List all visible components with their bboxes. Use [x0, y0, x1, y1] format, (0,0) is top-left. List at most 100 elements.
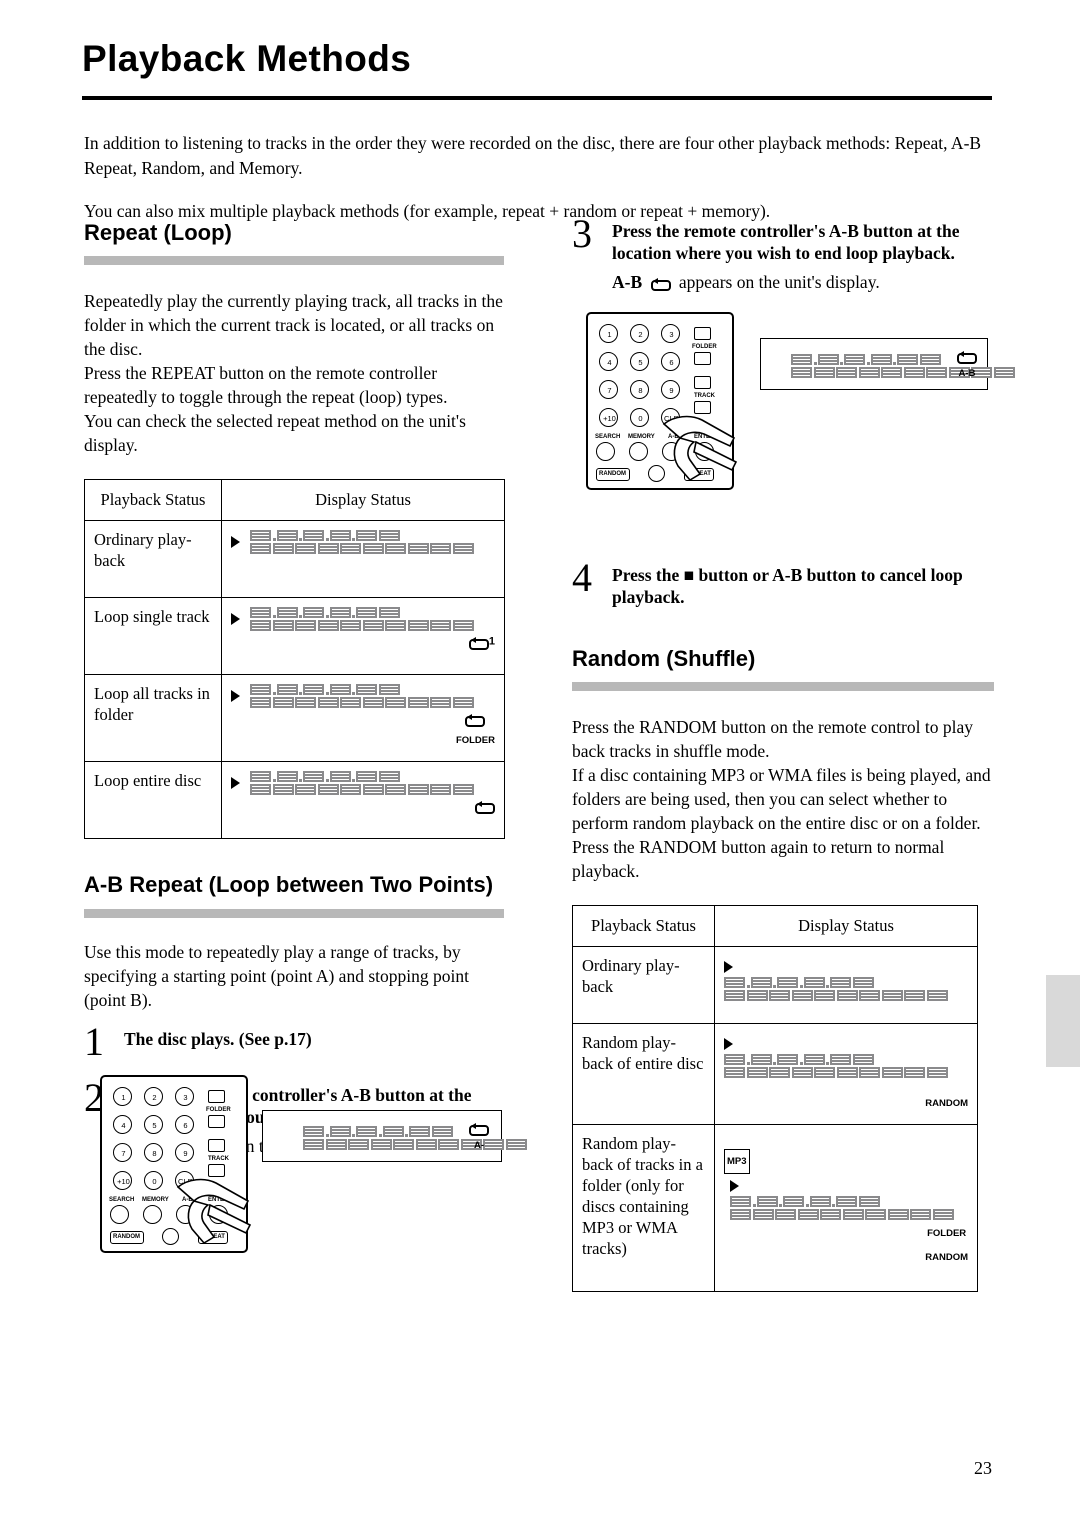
page-title: Playback Methods: [82, 38, 412, 79]
remote-button-9[interactable]: 9: [661, 380, 680, 399]
remote-folder-up-button[interactable]: [694, 327, 711, 340]
remote-button-6[interactable]: 6: [175, 1115, 194, 1134]
remote-button-2-label: 2: [152, 1093, 157, 1102]
remote-button-0-label: 0: [638, 414, 643, 423]
substep-text: appears on the unit's display.: [678, 272, 880, 292]
remote-control-body: 1 2 3 FOLDER 4 5 6 7 8 9 TRACK +10 0 CLR…: [100, 1075, 248, 1253]
remote-enter-label: ENTER: [208, 1197, 229, 1203]
remote-button-8[interactable]: 8: [630, 380, 649, 399]
segment-digits: [724, 976, 949, 1002]
remote-memory-button[interactable]: [629, 442, 648, 461]
remote-button-plus10[interactable]: +10: [113, 1171, 132, 1190]
step-4: 4 Press the ■ button or A-B button to ca…: [572, 558, 994, 608]
random-section-heading: Random (Shuffle): [572, 646, 756, 671]
remote-button-7[interactable]: 7: [599, 380, 618, 399]
lcd-display: [231, 529, 475, 555]
remote-button-6-label: 6: [669, 358, 674, 367]
remote-button-6[interactable]: 6: [661, 352, 680, 371]
left-column: Repeat (Loop) Repeatedly play the curren…: [84, 220, 505, 1158]
segment-digits: [303, 1125, 528, 1151]
play-icon: [730, 1180, 739, 1193]
remote-button-0[interactable]: 0: [144, 1171, 163, 1190]
remote-ab-label: A-B: [668, 434, 679, 440]
remote-track-down-button[interactable]: [208, 1164, 225, 1177]
remote-button-1-label: 1: [121, 1093, 126, 1102]
page-number: 23: [974, 1458, 992, 1478]
col-playback-status: Playback Status: [572, 905, 715, 947]
remote-button-clr[interactable]: CLR: [175, 1171, 194, 1190]
loop-icon: [475, 800, 495, 814]
remote-folder-up-button[interactable]: [208, 1090, 225, 1103]
remote-button-3[interactable]: 3: [661, 324, 680, 343]
remote-button-clr[interactable]: CLR: [661, 408, 680, 427]
step-3: 3 Press the remote controller's A-B butt…: [572, 214, 994, 294]
remote-track-up-button[interactable]: [208, 1139, 225, 1152]
row-display: FOLDER: [221, 674, 505, 762]
segment-digits: [250, 529, 475, 555]
remote-button-3[interactable]: 3: [175, 1087, 194, 1106]
loop-icon: [957, 350, 977, 364]
remote-button-1[interactable]: 1: [599, 324, 618, 343]
lcd-display: [730, 1174, 968, 1221]
ab-repeat-section-rule: [84, 909, 504, 918]
loop-icon: [468, 636, 489, 650]
table-row: Random play-back of tracks in a folder (…: [572, 1124, 978, 1292]
remote-track-label: TRACK: [208, 1156, 229, 1162]
remote-button-7[interactable]: 7: [113, 1143, 132, 1162]
remote-button-9[interactable]: 9: [175, 1143, 194, 1162]
remote-search-button[interactable]: [110, 1205, 129, 1224]
lcd-display: [231, 683, 475, 709]
step-text: The disc plays. (See p.17): [124, 1029, 312, 1049]
remote-button-4-label: 4: [607, 358, 612, 367]
random-status-table: Playback Status Display Status Ordinary …: [572, 905, 978, 1292]
remote-play-pause-button[interactable]: [162, 1228, 179, 1245]
remote-folder-label: FOLDER: [206, 1107, 231, 1113]
remote-enter-button[interactable]: [209, 1205, 228, 1224]
remote-button-4[interactable]: 4: [599, 352, 618, 371]
remote-button-4[interactable]: 4: [113, 1115, 132, 1134]
remote-ab-button[interactable]: [176, 1205, 195, 1224]
repeat-section-body: Repeatedly play the currently playing tr…: [84, 291, 503, 455]
loop-icon-label: 1: [488, 635, 495, 648]
row-display: [221, 761, 505, 839]
remote-button-0[interactable]: 0: [630, 408, 649, 427]
remote-button-2[interactable]: 2: [144, 1087, 163, 1106]
ab-repeat-body: Use this mode to repeatedly play a range…: [84, 942, 469, 1010]
remote-search-button[interactable]: [596, 442, 615, 461]
repeat-section-heading: Repeat (Loop): [84, 220, 232, 245]
row-display: MP3 FOLDER RANDOM: [714, 1124, 978, 1292]
remote-button-clr-label: CLR: [663, 414, 679, 423]
intro-paragraph-1: In addition to listening to tracks in th…: [84, 133, 982, 178]
remote-button-1[interactable]: 1: [113, 1087, 132, 1106]
remote-folder-down-button[interactable]: [208, 1115, 225, 1128]
loop-icon: [465, 713, 486, 727]
remote-play-pause-button[interactable]: [648, 465, 665, 482]
step-1: 1 The disc plays. (See p.17): [84, 1022, 504, 1068]
remote-button-1-label: 1: [607, 330, 612, 339]
remote-button-5[interactable]: 5: [144, 1115, 163, 1134]
remote-enter-button[interactable]: [695, 442, 714, 461]
step-number: 1: [84, 1019, 104, 1064]
remote-button-3-label: 3: [669, 330, 674, 339]
remote-button-7-label: 7: [121, 1149, 126, 1158]
remote-track-up-button[interactable]: [694, 376, 711, 389]
segment-digits: [791, 353, 1016, 379]
step-number: 4: [572, 555, 592, 600]
remote-folder-down-button[interactable]: [694, 352, 711, 365]
segment-digits: [730, 1195, 955, 1221]
segment-digits: [250, 770, 475, 796]
row-label: Ordinary play-back: [84, 520, 222, 598]
remote-track-down-button[interactable]: [694, 401, 711, 414]
row-display: [714, 946, 978, 1024]
table-row: Random play-back of entire disc RANDOM: [572, 1023, 978, 1125]
repeat-section-rule: [84, 256, 504, 265]
remote-ab-button[interactable]: [662, 442, 681, 461]
step-number: 3: [572, 211, 592, 256]
remote-memory-button[interactable]: [143, 1205, 162, 1224]
col-display-status: Display Status: [221, 479, 505, 521]
remote-button-8[interactable]: 8: [144, 1143, 163, 1162]
remote-button-5[interactable]: 5: [630, 352, 649, 371]
remote-button-2[interactable]: 2: [630, 324, 649, 343]
remote-button-plus10[interactable]: +10: [599, 408, 618, 427]
row-label: Loop all tracks in folder: [84, 674, 222, 762]
